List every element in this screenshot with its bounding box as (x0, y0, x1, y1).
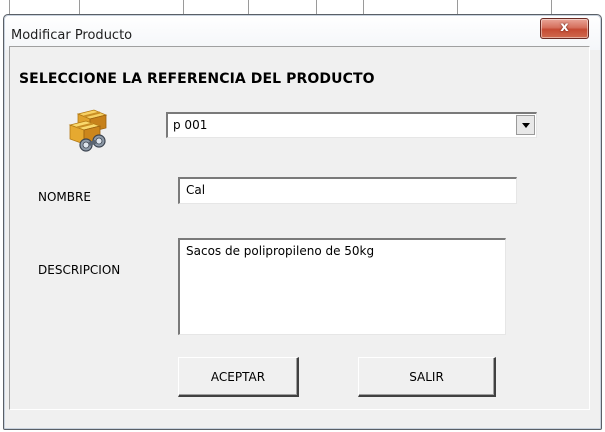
chevron-down-icon (522, 123, 530, 128)
descripcion-label: DESCRIPCION (38, 263, 121, 277)
window-title: Modificar Producto (11, 28, 133, 43)
exit-button[interactable]: SALIR (358, 357, 496, 397)
descripcion-field[interactable]: Sacos de polipropileno de 50kg (178, 238, 506, 335)
dialog-client-area (9, 46, 590, 410)
close-icon: x (560, 20, 569, 35)
reference-dropdown[interactable]: p 001 (166, 112, 537, 138)
boxes-binoculars-icon (64, 108, 120, 154)
title-bar[interactable]: Modificar Producto x (5, 16, 600, 50)
close-button[interactable]: x (540, 18, 589, 39)
nombre-label: NOMBRE (38, 190, 91, 204)
accept-button[interactable]: ACEPTAR (178, 357, 299, 397)
nombre-field[interactable]: Cal (178, 177, 517, 204)
dropdown-button[interactable] (516, 115, 535, 135)
form-heading: SELECCIONE LA REFERENCIA DEL PRODUCTO (19, 71, 375, 87)
reference-value: p 001 (173, 118, 208, 132)
spreadsheet-background (0, 0, 605, 14)
